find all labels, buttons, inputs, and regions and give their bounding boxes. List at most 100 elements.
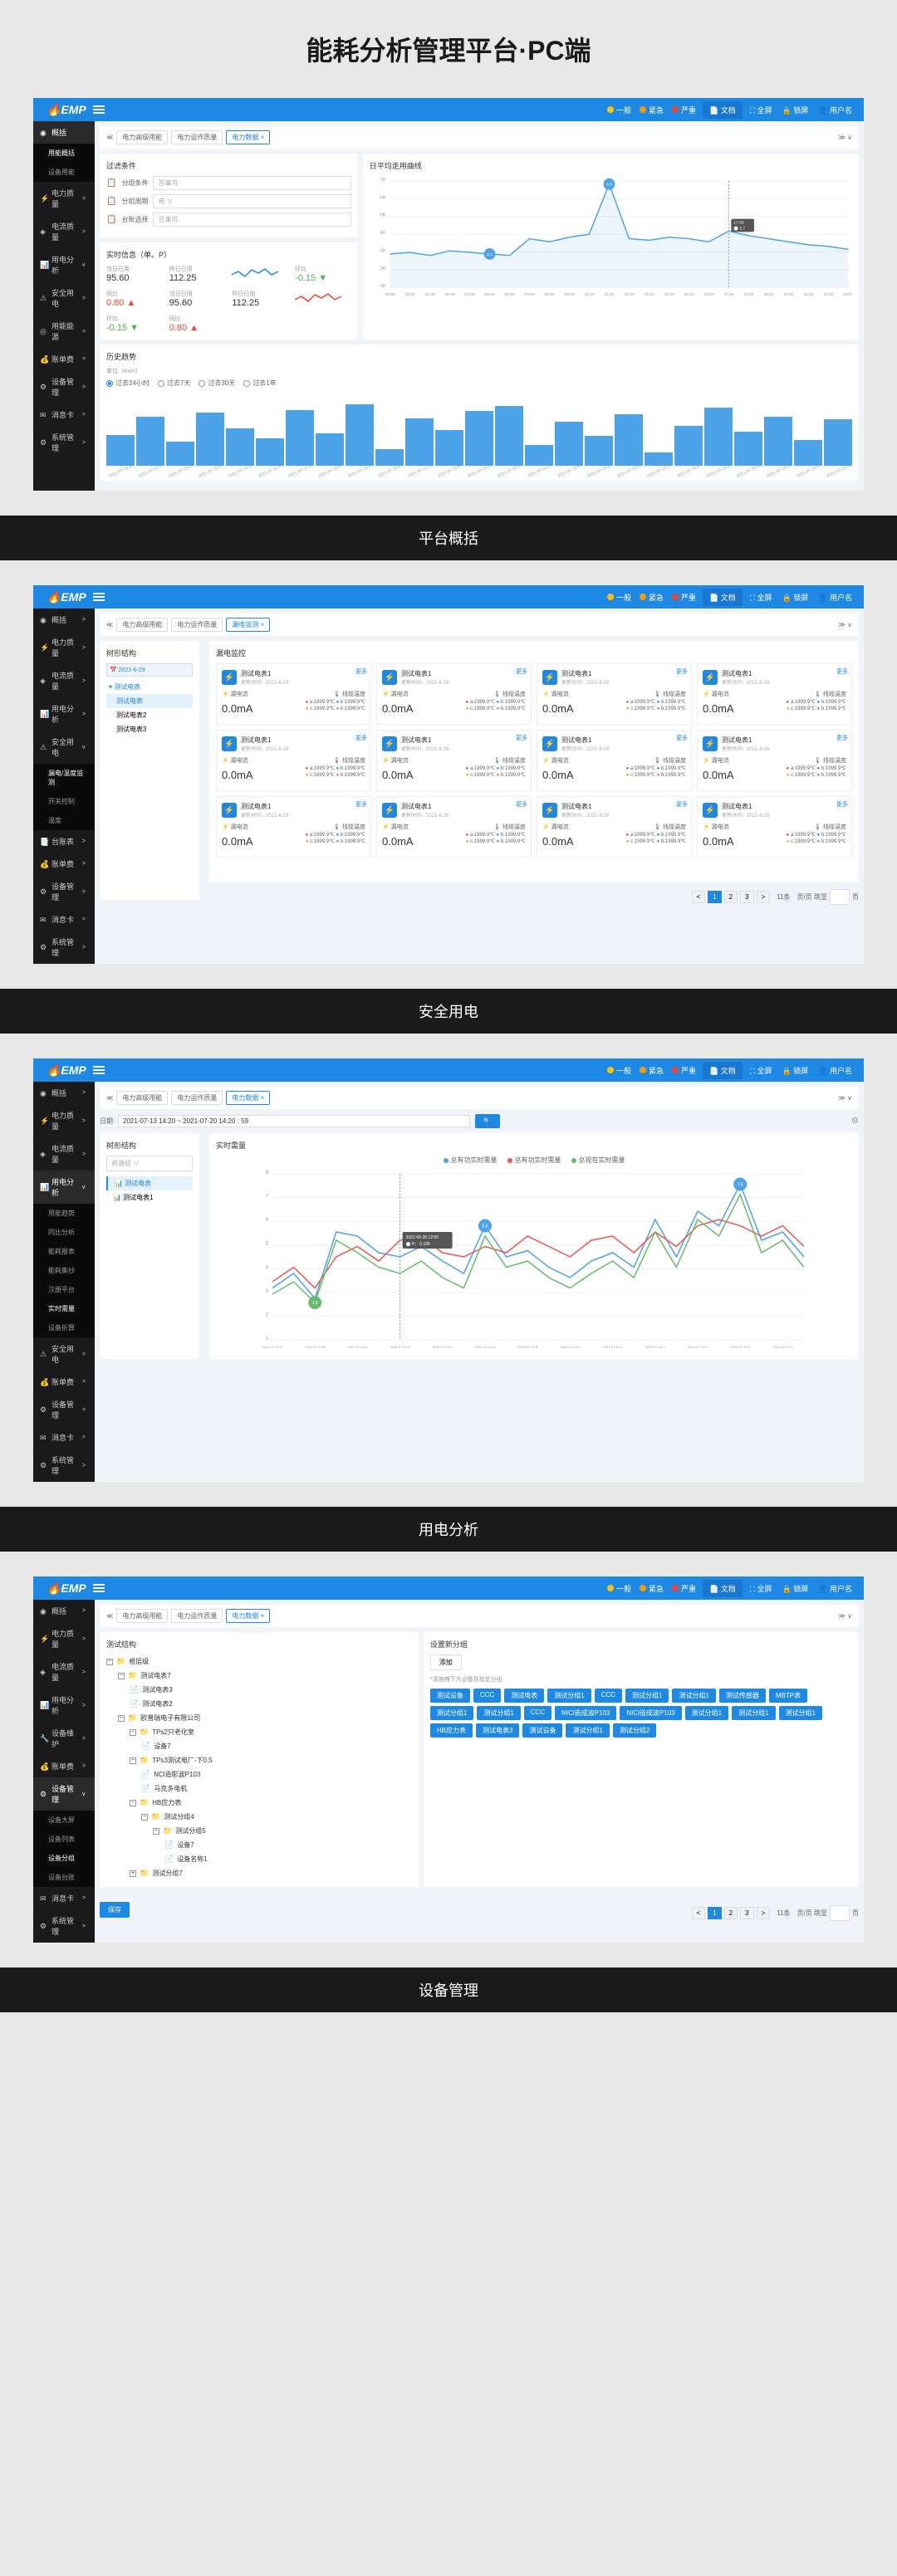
device-card[interactable]: 更多 ⚡测试电表1更新时间：2021-6-29 ⚡ 漏电流🌡 线缆温度 0.0m… [537, 663, 692, 725]
alert-badge[interactable]: 一般 [607, 1065, 631, 1076]
filter-input[interactable]: 百事可 [153, 213, 350, 227]
settings-icon[interactable]: ⚙ [851, 1117, 859, 1126]
legend-item[interactable]: 总视在实时需量 [571, 1156, 625, 1165]
lock-button[interactable]: 🔒 锁屏 [777, 1062, 814, 1079]
alert-badge[interactable]: 紧急 [640, 1583, 664, 1594]
device-card[interactable]: 更多 ⚡测试电表1更新时间：2021-6-29 ⚡ 漏电流🌡 线缆温度 0.0m… [376, 796, 532, 858]
sidebar-item[interactable]: 💰账单费> [33, 1371, 95, 1393]
breadcrumb-back[interactable]: ≪ [106, 621, 113, 628]
sidebar-item[interactable]: ◈电流质量> [33, 215, 95, 248]
breadcrumb-tab[interactable]: 电力高级用能 [116, 130, 168, 144]
lock-button[interactable]: 🔒 锁屏 [777, 101, 814, 119]
page-btn[interactable]: 2 [724, 1907, 738, 1919]
user-menu[interactable]: 👤 用户名 [813, 101, 857, 119]
sidebar-sub[interactable]: 设备折算 [33, 1318, 95, 1337]
legend-item[interactable]: 总有功实时需量 [507, 1156, 561, 1165]
alert-badge[interactable]: 一般 [607, 105, 631, 115]
sidebar-item[interactable]: 💰账单费> [33, 1755, 95, 1777]
sidebar-item[interactable]: ◉概括 [33, 121, 95, 144]
device-card[interactable]: 更多 ⚡测试电表1更新时间：2021-6-29 ⚡ 漏电流🌡 线缆温度 0.0m… [537, 796, 692, 858]
alert-badge[interactable]: 紧急 [640, 592, 664, 603]
save-button[interactable]: 保存 [100, 1902, 130, 1918]
tree-item[interactable]: 测试电表2 [106, 708, 193, 722]
tree-node[interactable]: 📄马克多电机 [106, 1782, 412, 1796]
sidebar-item[interactable]: ◎用能能源> [33, 315, 95, 348]
breadcrumb-tab-active[interactable]: 电力数据 × [226, 130, 270, 144]
sidebar-item[interactable]: ⚙系统管理> [33, 426, 95, 459]
sidebar-item[interactable]: ◈电流质量> [33, 664, 95, 697]
sidebar-sub[interactable]: 实时需量 [33, 1299, 95, 1318]
fullscreen-button[interactable]: ⛶ 全屏 [745, 1580, 777, 1597]
sidebar-sub[interactable]: 开关控制 [33, 792, 95, 811]
sidebar-item[interactable]: ⚙设备管理> [33, 875, 95, 908]
sidebar-item[interactable]: ◉概括> [33, 1082, 95, 1104]
menu-toggle[interactable] [93, 1064, 105, 1076]
breadcrumb-back[interactable]: ≪ [106, 1094, 113, 1102]
tree-node[interactable]: −📁HB应力表 [106, 1796, 412, 1810]
sidebar-item[interactable]: ⚡电力质量> [33, 1104, 95, 1137]
card-more[interactable]: 更多 [676, 667, 688, 676]
sidebar-item[interactable]: 📊用电分析> [33, 697, 95, 731]
sidebar-item[interactable]: 💰账单费> [33, 853, 95, 875]
card-more[interactable]: 更多 [516, 800, 527, 809]
device-tag[interactable]: CCC [595, 1689, 622, 1703]
tree-item[interactable]: 测试电表3 [106, 722, 193, 736]
sidebar-sub[interactable]: 用能趋势 [33, 1204, 95, 1223]
doc-button[interactable]: 📄 文档 [703, 589, 743, 606]
fullscreen-button[interactable]: ⛶ 全屏 [745, 101, 777, 119]
sidebar-item[interactable]: ◈电流质量> [33, 1137, 95, 1171]
breadcrumb-tab[interactable]: 电力运作质量 [171, 1609, 223, 1623]
device-tag[interactable]: 测试传感器 [719, 1689, 766, 1703]
device-tag[interactable]: 测试分组1 [477, 1706, 520, 1720]
sidebar-item[interactable]: ⚡电力质量> [33, 1622, 95, 1655]
sidebar-item[interactable]: 💰账单费> [33, 348, 95, 370]
sidebar-sub[interactable]: 设备台账 [33, 1868, 95, 1887]
device-card[interactable]: 更多 ⚡测试电表1更新时间：2021-6-29 ⚡ 漏电流🌡 线缆温度 0.0m… [697, 796, 852, 858]
device-card[interactable]: 更多 ⚡测试电表1更新时间：2021-6-29 ⚡ 漏电流🌡 线缆温度 0.0m… [697, 663, 852, 725]
card-more[interactable]: 更多 [355, 800, 367, 809]
user-menu[interactable]: 👤 用户名 [813, 1062, 857, 1079]
card-more[interactable]: 更多 [516, 734, 527, 742]
alert-badge[interactable]: 严重 [672, 592, 696, 603]
breadcrumb-tab-active[interactable]: 电力数据 × [226, 1609, 270, 1623]
alert-badge[interactable]: 紧急 [640, 105, 664, 115]
fullscreen-button[interactable]: ⛶ 全屏 [745, 589, 777, 606]
page-btn[interactable]: < [692, 891, 706, 903]
page-btn[interactable]: 3 [740, 1907, 753, 1919]
tree-node[interactable]: 📄设备名称1 [106, 1852, 412, 1866]
device-tag[interactable]: HB应力表 [430, 1723, 473, 1738]
device-tag[interactable]: CCC [473, 1689, 501, 1703]
device-tag[interactable]: NICl造成波P103 [555, 1706, 616, 1720]
sidebar-item[interactable]: 📊用电分析v [33, 248, 95, 281]
page-btn[interactable]: > [757, 891, 771, 903]
date-range-input[interactable] [118, 1115, 470, 1127]
breadcrumb-more[interactable]: ≫ ∨ [839, 1612, 852, 1620]
radio-option[interactable]: 过去30天 [199, 379, 235, 388]
breadcrumb-tab-active[interactable]: 漏电监测 × [226, 618, 270, 632]
tree-node[interactable]: −📁根层级 [106, 1655, 412, 1669]
date-box[interactable]: 📅 2021-6-29 [106, 663, 193, 677]
sidebar-item[interactable]: ⚡电力质量> [33, 631, 95, 664]
device-tag[interactable]: 测试设备 [430, 1689, 470, 1703]
device-card[interactable]: 更多 ⚡测试电表1更新时间：2021-6-29 ⚡ 漏电流🌡 线缆温度 0.0m… [216, 730, 371, 791]
sidebar-item[interactable]: ⚙设备管理> [33, 370, 95, 403]
sidebar-item[interactable]: ✉消息卡> [33, 1426, 95, 1449]
sidebar-item[interactable]: ✉消息卡> [33, 403, 95, 426]
tree-item[interactable]: 📊 测试电表 [106, 1176, 193, 1190]
device-card[interactable]: 更多 ⚡测试电表1更新时间：2021-6-29 ⚡ 漏电流🌡 线缆温度 0.0m… [216, 663, 371, 725]
sidebar-item[interactable]: ◈电流质量> [33, 1655, 95, 1689]
breadcrumb-more[interactable]: ≫ ∨ [839, 134, 852, 141]
doc-button[interactable]: 📄 文档 [703, 1062, 743, 1079]
breadcrumb-tab[interactable]: 电力高级用能 [116, 618, 168, 632]
alert-badge[interactable]: 严重 [672, 1583, 696, 1594]
alert-badge[interactable]: 严重 [672, 105, 696, 115]
sidebar-sub[interactable]: 能耗报表 [33, 1242, 95, 1261]
card-more[interactable]: 更多 [355, 734, 367, 742]
tree-node[interactable]: 📄测试电表3 [106, 1683, 412, 1697]
card-more[interactable]: 更多 [836, 800, 848, 809]
sidebar-item[interactable]: ⚠安全用电> [33, 1337, 95, 1371]
lock-button[interactable]: 🔒 锁屏 [777, 589, 814, 606]
page-btn[interactable]: 3 [740, 891, 753, 903]
sidebar-sub[interactable]: 温度 [33, 811, 95, 830]
tree-node[interactable]: 📄测试电表2 [106, 1697, 412, 1711]
